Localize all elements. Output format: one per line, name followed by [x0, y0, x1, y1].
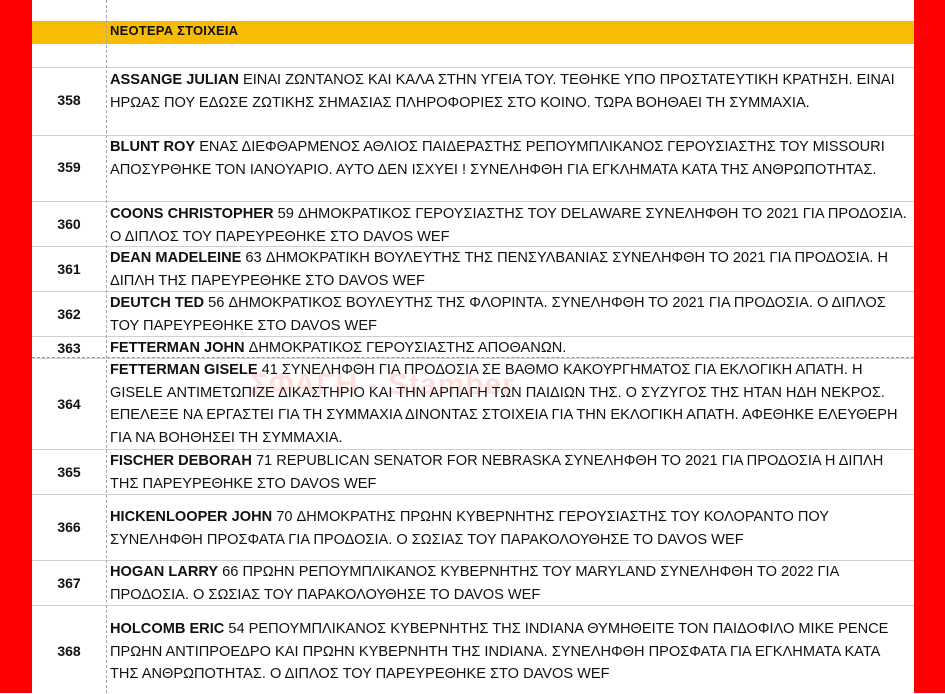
row-text: DEAN MADELEINE 63 ΔΗΜΟΚΡΑΤΙΚΗ ΒΟΥΛΕΥΤΗΣ … — [110, 247, 910, 292]
row-name: FETTERMAN JOHN — [110, 340, 245, 356]
row-description: 66 ΠΡΩΗΝ ΡΕΠΟΥΜΠΛΙΚΑΝΟΣ ΚΥΒΕΡΝΗΤΗΣ ΤΟΥ M… — [110, 564, 839, 603]
row-number: 365 — [57, 464, 81, 480]
row-number: 359 — [57, 159, 81, 175]
row-description: ΕΝΑΣ ΔΙΕΦΘΑΡΜΕΝΟΣ ΑΘΛΙΟΣ ΠΑΙΔΕΡΑΣΤΗΣ ΡΕΠ… — [110, 139, 885, 178]
row-name: HOLCOMB ERIC — [110, 621, 225, 637]
table-row: 358 ASSANGE JULIAN ΕΙΝΑΙ ΖΩΝΤΑΝΟΣ ΚΑΙ ΚΑ… — [32, 67, 914, 136]
row-description: 56 ΔΗΜΟΚΡΑΤΙΚΟΣ ΒΟΥΛΕΥΤΗΣ ΤΗΣ ΦΛΟΡΙΝΤΑ. … — [110, 295, 886, 334]
row-name: BLUNT ROY — [110, 139, 196, 155]
row-number: 361 — [57, 261, 81, 277]
row-text: FISCHER DEBORAH 71 REPUBLICAN SENATOR FO… — [110, 450, 910, 495]
column-divider — [106, 0, 107, 693]
row-number: 358 — [57, 92, 81, 108]
header-title: ΝΕΟΤΕΡΑ ΣΤΟΙΧΕΙΑ — [110, 23, 239, 38]
table-row: 368 HOLCOMB ERIC 54 ΡΕΠΟΥΜΠΛΙΚΑΝΟΣ ΚΥΒΕΡ… — [32, 605, 914, 694]
page-break-line — [32, 357, 914, 358]
row-number: 367 — [57, 575, 81, 591]
row-number: 364 — [57, 396, 81, 412]
table-row: 367 HOGAN LARRY 66 ΠΡΩΗΝ ΡΕΠΟΥΜΠΛΙΚΑΝΟΣ … — [32, 560, 914, 606]
row-text: ASSANGE JULIAN ΕΙΝΑΙ ΖΩΝΤΑΝΟΣ ΚΑΙ ΚΑΛΑ Σ… — [110, 69, 910, 114]
row-name: DEUTCH TED — [110, 295, 205, 311]
row-number: 363 — [57, 340, 81, 356]
row-number: 360 — [57, 216, 81, 232]
table-row: 361 DEAN MADELEINE 63 ΔΗΜΟΚΡΑΤΙΚΗ ΒΟΥΛΕΥ… — [32, 246, 914, 292]
row-name: ASSANGE JULIAN — [110, 72, 239, 88]
row-name: DEAN MADELEINE — [110, 250, 242, 266]
row-number: 362 — [57, 306, 81, 322]
table-row: 363 FETTERMAN JOHN ΔΗΜΟΚΡΑΤΙΚΟΣ ΓΕΡΟΥΣΙΑ… — [32, 336, 914, 359]
table-row: 360 COONS CHRISTOPHER 59 ΔΗΜΟΚΡΑΤΙΚΟΣ ΓΕ… — [32, 201, 914, 247]
row-name: COONS CHRISTOPHER — [110, 206, 274, 222]
row-text: HOGAN LARRY 66 ΠΡΩΗΝ ΡΕΠΟΥΜΠΛΙΚΑΝΟΣ ΚΥΒΕ… — [110, 561, 910, 606]
table-row: 365 FISCHER DEBORAH 71 REPUBLICAN SENATO… — [32, 449, 914, 495]
row-description: ΔΗΜΟΚΡΑΤΙΚΟΣ ΓΕΡΟΥΣΙΑΣΤΗΣ ΑΠΟΘΑΝΩΝ. — [244, 340, 567, 356]
table-row: 366 HICKENLOOPER JOHN 70 ΔΗΜΟΚΡΑΤΗΣ ΠΡΩΗ… — [32, 494, 914, 561]
table-row: 359 BLUNT ROY ΕΝΑΣ ΔΙΕΦΘΑΡΜΕΝΟΣ ΑΘΛΙΟΣ Π… — [32, 135, 914, 202]
row-text: BLUNT ROY ΕΝΑΣ ΔΙΕΦΘΑΡΜΕΝΟΣ ΑΘΛΙΟΣ ΠΑΙΔΕ… — [110, 136, 910, 181]
row-name: FETTERMAN GISELE — [110, 362, 258, 378]
row-text: HOLCOMB ERIC 54 ΡΕΠΟΥΜΠΛΙΚΑΝΟΣ ΚΥΒΕΡΝΗΤΗ… — [110, 618, 910, 686]
row-name: FISCHER DEBORAH — [110, 453, 252, 469]
row-description: 54 ΡΕΠΟΥΜΠΛΙΚΑΝΟΣ ΚΥΒΕΡΝΗΤΗΣ ΤΗΣ INDIANA… — [110, 621, 889, 682]
row-name: HOGAN LARRY — [110, 564, 219, 580]
row-number: 366 — [57, 519, 81, 535]
row-text: HICKENLOOPER JOHN 70 ΔΗΜΟΚΡΑΤΗΣ ΠΡΩΗΝ ΚΥ… — [110, 506, 910, 551]
row-text: COONS CHRISTOPHER 59 ΔΗΜΟΚΡΑΤΙΚΟΣ ΓΕΡΟΥΣ… — [110, 203, 910, 248]
row-number: 368 — [57, 643, 81, 659]
left-red-frame — [0, 0, 32, 693]
row-name: HICKENLOOPER JOHN — [110, 509, 273, 525]
watermark: ΣΦΑΓΗ - Stamber — [250, 368, 515, 401]
right-red-frame — [914, 0, 945, 693]
table-row: 362 DEUTCH TED 56 ΔΗΜΟΚΡΑΤΙΚΟΣ ΒΟΥΛΕΥΤΗΣ… — [32, 291, 914, 337]
row-text: DEUTCH TED 56 ΔΗΜΟΚΡΑΤΙΚΟΣ ΒΟΥΛΕΥΤΗΣ ΤΗΣ… — [110, 292, 910, 337]
